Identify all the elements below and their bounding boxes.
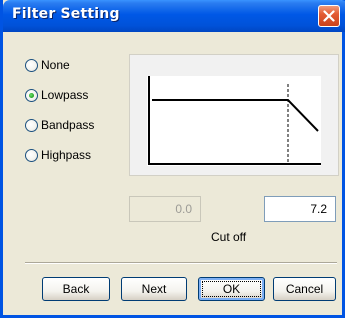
radio-button[interactable] [25,58,38,72]
title-bar: Filter Setting [3,0,345,32]
radio-button[interactable] [25,148,38,162]
close-icon [323,10,335,22]
radio-label-none: None [41,58,70,72]
radio-button-selected[interactable] [25,88,38,102]
radio-selected-dot [29,92,34,98]
cutoff-label: Cut off [211,230,247,244]
filter-response-graph [147,76,321,166]
radio-option-lowpass[interactable]: Lowpass [25,86,88,104]
focus-ring [202,281,261,297]
cancel-button[interactable]: Cancel [273,277,336,301]
radio-option-none[interactable]: None [25,56,70,74]
radio-option-highpass[interactable]: Highpass [25,146,91,164]
window-title: Filter Setting [12,6,120,22]
radio-label-highpass: Highpass [41,148,92,162]
radio-label-bandpass: Bandpass [41,118,95,132]
ok-button[interactable]: OK [198,277,265,301]
lowpass-response-curve [152,99,319,132]
radio-button[interactable] [25,118,38,132]
next-button[interactable]: Next [121,277,187,301]
radio-label-lowpass: Lowpass [41,88,89,102]
cutoff-value-field[interactable]: 7.2 [264,196,336,222]
cutoff-disabled-field: 0.0 [129,196,201,222]
separator-line [25,262,337,264]
close-button[interactable] [318,5,340,27]
back-button[interactable]: Back [42,277,110,301]
radio-option-bandpass[interactable]: Bandpass [25,116,94,134]
filter-setting-dialog: Filter Setting None Lowpass Bandpass Hig… [0,0,345,318]
